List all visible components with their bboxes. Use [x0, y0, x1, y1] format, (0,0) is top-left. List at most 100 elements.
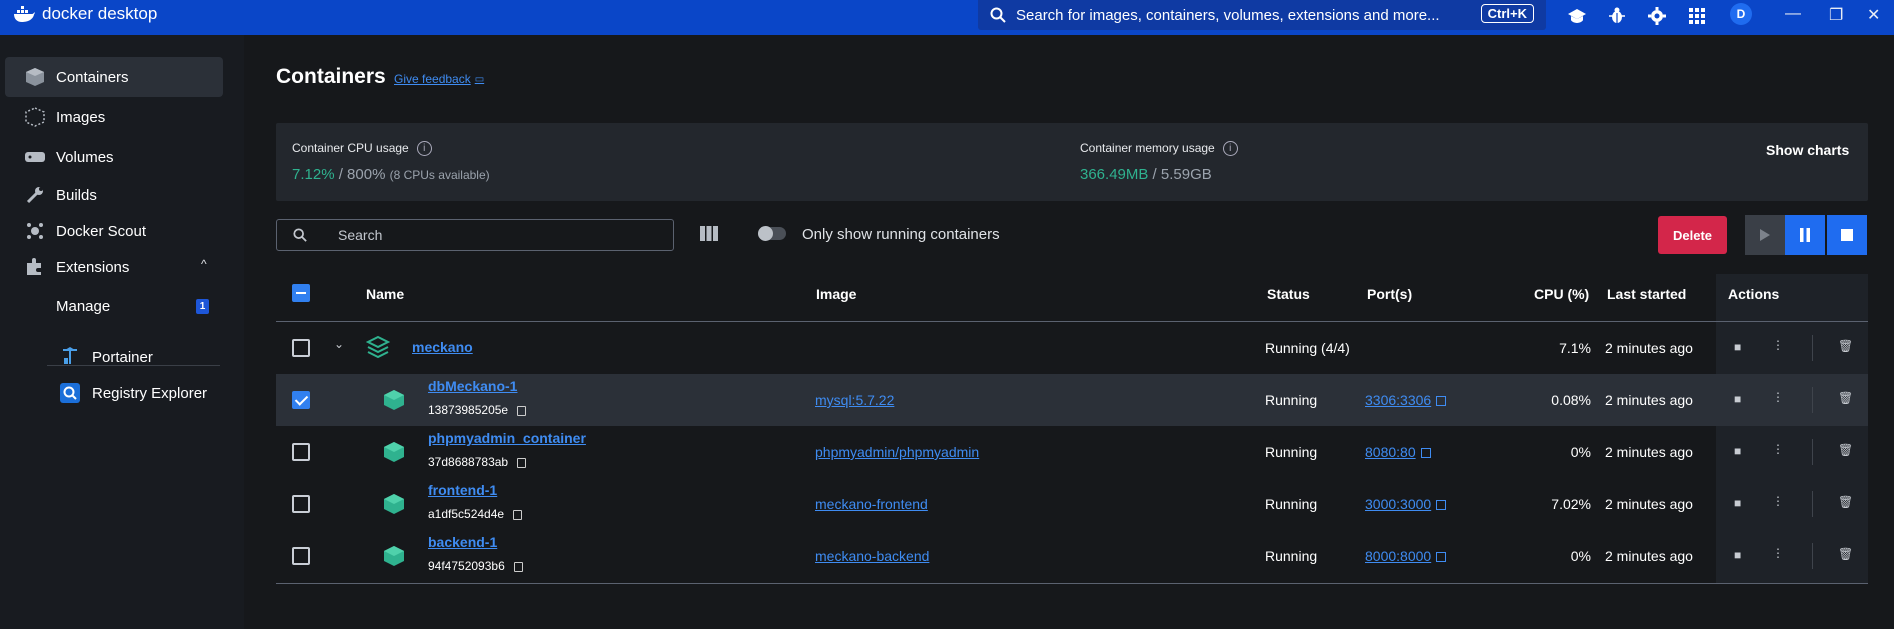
stop-icon[interactable]: ■	[1734, 340, 1741, 354]
copy-icon[interactable]	[513, 509, 523, 520]
trash-icon[interactable]: 🗑	[1838, 443, 1853, 457]
container-id: 13873985205e	[428, 403, 527, 417]
stop-icon[interactable]: ■	[1734, 392, 1741, 406]
more-options-icon[interactable]: ⋮	[1772, 338, 1784, 352]
stop-icon[interactable]: ■	[1734, 444, 1741, 458]
sidebar-item-portainer[interactable]: Portainer	[5, 337, 223, 377]
external-link-icon[interactable]	[1436, 552, 1447, 563]
info-icon[interactable]: i	[416, 141, 432, 157]
container-port[interactable]: 3306:3306	[1365, 392, 1447, 408]
container-name[interactable]: phpmyadmin_container	[428, 430, 586, 446]
header-name[interactable]: Name	[366, 286, 404, 302]
container-image[interactable]: phpmyadmin/phpmyadmin	[815, 444, 979, 460]
builds-icon	[22, 182, 48, 208]
bug-report-icon[interactable]	[1607, 6, 1627, 26]
container-image[interactable]: mysql:5.7.22	[815, 392, 894, 408]
container-port[interactable]: 8000:8000	[1365, 548, 1447, 564]
sidebar-item-label: Volumes	[56, 148, 114, 166]
external-link-icon[interactable]	[1420, 448, 1431, 459]
apps-grid-icon[interactable]	[1687, 6, 1707, 26]
container-cpu: 0%	[1570, 548, 1591, 564]
more-options-icon[interactable]: ⋮	[1772, 390, 1784, 404]
container-name[interactable]: backend-1	[428, 534, 497, 550]
learning-center-icon[interactable]	[1567, 6, 1587, 26]
more-options-icon[interactable]: ⋮	[1772, 494, 1784, 508]
settings-gear-icon[interactable]	[1647, 6, 1667, 26]
info-icon[interactable]: i	[1222, 141, 1238, 157]
header-status[interactable]: Status	[1267, 286, 1310, 302]
pause-button[interactable]	[1785, 215, 1825, 255]
sidebar-item-docker-scout[interactable]: Docker Scout	[5, 211, 223, 251]
container-name[interactable]: dbMeckano-1	[428, 378, 517, 394]
port-link[interactable]: 8000:8000	[1365, 548, 1431, 564]
global-search-bar[interactable]: Search for images, containers, volumes, …	[978, 0, 1546, 30]
external-link-icon[interactable]	[1436, 396, 1447, 407]
sidebar: Containers Images Volumes Builds Docker …	[0, 35, 244, 629]
sidebar-item-builds[interactable]: Builds	[5, 175, 223, 215]
port-link[interactable]: 3306:3306	[1365, 392, 1431, 408]
row-checkbox[interactable]	[292, 391, 310, 409]
header-cpu[interactable]: CPU (%)	[1534, 286, 1589, 302]
close-icon[interactable]: ✕	[1867, 5, 1880, 25]
row-checkbox[interactable]	[292, 547, 310, 565]
group-last-started: 2 minutes ago	[1605, 340, 1693, 356]
stop-icon[interactable]: ■	[1734, 548, 1741, 562]
give-feedback-link[interactable]: Give feedback ▭	[394, 72, 484, 86]
port-link[interactable]: 8080:80	[1365, 444, 1416, 460]
trash-icon[interactable]: 🗑	[1838, 339, 1853, 353]
table-row[interactable]: frontend-1 a1df5c524d4e meckano-frontend…	[276, 478, 1868, 530]
container-name[interactable]: frontend-1	[428, 482, 497, 498]
more-options-icon[interactable]: ⋮	[1772, 546, 1784, 560]
docker-logo: docker desktop	[12, 4, 157, 24]
table-row[interactable]: phpmyadmin_container 37d8688783ab phpmya…	[276, 426, 1868, 478]
trash-icon[interactable]: 🗑	[1838, 391, 1853, 405]
copy-icon[interactable]	[513, 561, 523, 572]
row-checkbox[interactable]	[292, 495, 310, 513]
row-checkbox[interactable]	[292, 443, 310, 461]
table-row[interactable]: dbMeckano-1 13873985205e mysql:5.7.22 Ru…	[276, 374, 1868, 426]
sidebar-item-containers[interactable]: Containers	[5, 57, 223, 97]
row-checkbox[interactable]	[292, 339, 310, 357]
container-image[interactable]: meckano-backend	[815, 548, 929, 564]
sidebar-item-manage[interactable]: Manage 1	[5, 286, 223, 326]
sidebar-item-images[interactable]: Images	[5, 97, 223, 137]
port-link[interactable]: 3000:3000	[1365, 496, 1431, 512]
copy-icon[interactable]	[517, 457, 527, 468]
container-image[interactable]: meckano-frontend	[815, 496, 928, 512]
header-ports[interactable]: Port(s)	[1367, 286, 1412, 302]
running-only-label: Only show running containers	[802, 226, 1000, 243]
trash-icon[interactable]: 🗑	[1838, 547, 1853, 561]
container-port[interactable]: 3000:3000	[1365, 496, 1447, 512]
copy-icon[interactable]	[517, 405, 527, 416]
chevron-up-icon[interactable]: ^	[201, 257, 207, 271]
more-options-icon[interactable]: ⋮	[1772, 442, 1784, 456]
start-button[interactable]	[1745, 215, 1785, 255]
header-last-started[interactable]: Last started	[1607, 286, 1686, 302]
memory-usage-value: 366.49MB / 5.59GB	[1080, 166, 1212, 183]
running-only-toggle[interactable]	[758, 226, 786, 241]
container-port[interactable]: 8080:80	[1365, 444, 1431, 460]
group-row[interactable]: ⌄ meckano Running (4/4) 7.1% 2 minutes a…	[276, 322, 1868, 374]
show-charts-button[interactable]: Show charts	[1766, 142, 1849, 158]
group-name[interactable]: meckano	[412, 339, 473, 355]
stop-button[interactable]	[1827, 215, 1867, 255]
columns-icon[interactable]	[700, 226, 718, 244]
header-image[interactable]: Image	[816, 286, 856, 302]
sidebar-item-extensions[interactable]: Extensions ^	[5, 247, 223, 287]
sidebar-item-volumes[interactable]: Volumes	[5, 137, 223, 177]
delete-button[interactable]: Delete	[1658, 216, 1727, 254]
cpu-value: 7.12%	[292, 166, 335, 183]
user-avatar[interactable]: D	[1730, 3, 1752, 25]
select-all-checkbox[interactable]	[292, 284, 310, 302]
trash-icon[interactable]: 🗑	[1838, 495, 1853, 509]
page-title: Containers	[276, 65, 386, 88]
table-row[interactable]: backend-1 94f4752093b6 meckano-backend R…	[276, 530, 1868, 582]
sidebar-item-registry-explorer[interactable]: Registry Explorer	[5, 373, 223, 413]
stop-icon[interactable]: ■	[1734, 496, 1741, 510]
restore-icon[interactable]: ❐	[1829, 5, 1843, 25]
container-search-input[interactable]: Search	[276, 219, 674, 251]
chevron-down-icon[interactable]: ⌄	[334, 337, 344, 351]
external-link-icon[interactable]	[1436, 500, 1447, 511]
container-icon	[384, 494, 404, 514]
minimize-icon[interactable]: —	[1785, 5, 1801, 23]
